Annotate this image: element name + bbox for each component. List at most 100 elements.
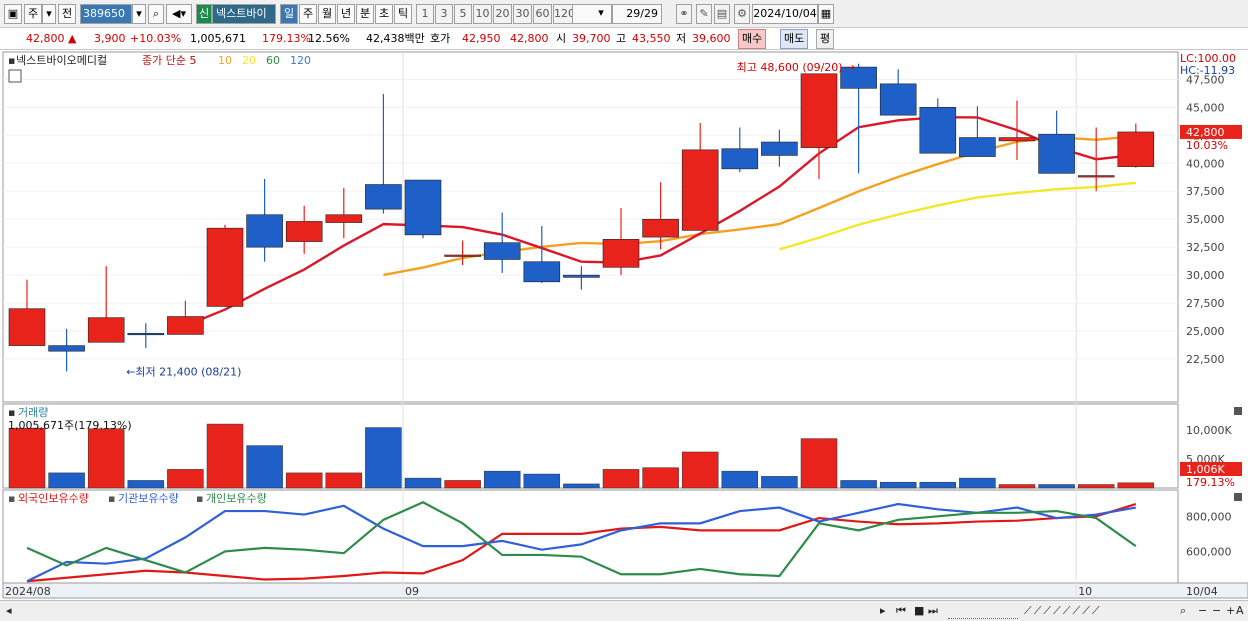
code-dropdown-icon[interactable]: ▾ bbox=[132, 4, 146, 24]
bottom-scroll-bar: ◂ ▸ ⏮ ■ ⏭ ⟋⟋⟋⟋⟋⟋⟋⟋ ⌕ − − + A bbox=[0, 600, 1248, 621]
price-tick-1: 45,000 bbox=[1186, 101, 1225, 114]
turnover-rate: 12.56% bbox=[308, 32, 350, 45]
price-tick-7: 30,000 bbox=[1186, 269, 1225, 282]
link-icon[interactable]: ⚭ bbox=[676, 4, 692, 24]
ma-legend-0: 종가 단순 5 bbox=[142, 54, 196, 67]
price-legend-name: 넥스트바이오메디컬 bbox=[16, 54, 107, 67]
holding-legend-0: 외국인보유수량 bbox=[18, 492, 89, 505]
draw-tool-icon[interactable]: ✎ bbox=[696, 4, 712, 24]
mode-dropdown-icon[interactable]: ▾ bbox=[42, 4, 56, 24]
xaxis-label-0: 2024/08 bbox=[5, 585, 51, 598]
volume-bar-6 bbox=[246, 445, 283, 489]
interval-button-1[interactable]: 3 bbox=[435, 4, 453, 24]
price-tick-3: 40,000 bbox=[1186, 157, 1225, 170]
ask-label: 호가 bbox=[430, 32, 451, 45]
scroll-right-icon[interactable]: ▸ bbox=[880, 604, 886, 619]
ma-legend-2: 20 bbox=[242, 54, 256, 67]
mode-select-2[interactable]: 전 bbox=[58, 4, 76, 24]
high-price: 43,550 bbox=[632, 32, 671, 45]
ask-price-1: 42,950 bbox=[462, 32, 501, 45]
interval-button-4[interactable]: 20 bbox=[493, 4, 512, 24]
price-tick-8: 27,500 bbox=[1186, 297, 1225, 310]
zoom-slider[interactable] bbox=[948, 604, 1018, 619]
search-icon[interactable]: ⌕ bbox=[148, 4, 164, 24]
volume-bar-21 bbox=[840, 480, 877, 489]
open-label: 시 bbox=[556, 32, 567, 45]
volume-bar-20 bbox=[800, 438, 838, 489]
stock-name-field[interactable]: 넥스트바이 bbox=[212, 4, 276, 24]
interval-button-5[interactable]: 30 bbox=[513, 4, 532, 24]
interval-dropdown-icon[interactable]: ▾ bbox=[594, 4, 608, 24]
volume-bar-3 bbox=[127, 480, 165, 489]
drawing-tools-icon[interactable]: ⟋⟋⟋⟋⟋⟋⟋⟋ bbox=[1024, 604, 1102, 619]
candle-body-26 bbox=[1038, 133, 1075, 174]
candle-body-4 bbox=[167, 316, 204, 335]
candle-body-9 bbox=[365, 184, 402, 210]
xaxis-label-3: 10/04 bbox=[1186, 585, 1218, 598]
stop-icon[interactable]: ■ bbox=[914, 604, 924, 619]
period-tab-1[interactable]: 주 bbox=[299, 4, 317, 24]
table-icon bbox=[8, 69, 22, 83]
gear-icon[interactable]: ⚙ bbox=[734, 4, 750, 24]
window-icon[interactable]: ▣ bbox=[4, 4, 22, 24]
candle-body-23 bbox=[919, 107, 957, 154]
rewind-icon[interactable]: ⏮ bbox=[896, 604, 906, 619]
volume-bar-18 bbox=[721, 470, 759, 489]
candle-body-11 bbox=[444, 254, 481, 257]
zoom-out-icon[interactable]: − bbox=[1198, 604, 1207, 619]
speaker-icon[interactable]: ◀▾ bbox=[166, 4, 192, 24]
interval-button-6[interactable]: 60 bbox=[533, 4, 552, 24]
candle-body-2 bbox=[87, 317, 125, 343]
zoom-icon[interactable]: ⌕ bbox=[1180, 604, 1186, 619]
scroll-left-icon[interactable]: ◂ bbox=[6, 604, 12, 619]
date-field[interactable]: 2024/10/04 bbox=[752, 4, 818, 24]
volume-bar-0 bbox=[8, 427, 46, 489]
volume-bar-5 bbox=[206, 423, 244, 489]
sell-button[interactable]: 매도 bbox=[780, 29, 809, 49]
period-tab-6[interactable]: 틱 bbox=[394, 4, 412, 24]
stock-code-input[interactable]: 389650 bbox=[80, 4, 132, 24]
high-annotation: 최고 48,600 (09/20) → bbox=[737, 61, 856, 74]
text-size-icon[interactable]: A bbox=[1236, 604, 1244, 619]
interval-button-2[interactable]: 5 bbox=[454, 4, 472, 24]
save-icon[interactable]: ▤ bbox=[714, 4, 730, 24]
mode-select-1[interactable]: 주 bbox=[24, 4, 42, 24]
candle-body-24 bbox=[959, 137, 996, 157]
interval-button-3[interactable]: 10 bbox=[473, 4, 492, 24]
volume-legend-bullet: ▪ bbox=[8, 406, 15, 419]
period-tab-0[interactable]: 일 bbox=[280, 4, 298, 24]
buy-button[interactable]: 매수 bbox=[738, 29, 767, 49]
data-count[interactable]: 29/29 bbox=[612, 4, 662, 24]
volume-bar-23 bbox=[919, 481, 957, 489]
fast-forward-icon[interactable]: ⏭ bbox=[928, 604, 938, 619]
candle-body-6 bbox=[246, 214, 283, 248]
holding-legend-bullet-1: ▪ bbox=[108, 492, 115, 505]
minus-icon[interactable]: − bbox=[1212, 604, 1221, 619]
candle-body-28 bbox=[1117, 131, 1155, 167]
calendar-icon[interactable]: ▦ bbox=[818, 4, 834, 24]
pane-2 bbox=[2, 489, 1179, 584]
stock-chart[interactable]: 최고 48,600 (09/20) →←최저 21,400 (08/21) 47… bbox=[0, 50, 1248, 600]
price-tick-6: 32,500 bbox=[1186, 241, 1225, 254]
price-tick-4: 37,500 bbox=[1186, 185, 1225, 198]
candle-body-12 bbox=[483, 242, 521, 260]
average-button[interactable]: 평 bbox=[816, 29, 835, 49]
volume-current-label: 1,005,671주(179.13%) bbox=[8, 419, 132, 432]
volume-bar-27 bbox=[1077, 484, 1115, 489]
holding-legend-2: 개인보유수량 bbox=[206, 492, 267, 505]
ask-price-2: 42,800 bbox=[510, 32, 549, 45]
volume-bar-10 bbox=[404, 477, 442, 489]
price-change: 3,900 bbox=[94, 32, 126, 45]
volume-bar-2 bbox=[87, 428, 125, 489]
plus-icon[interactable]: + bbox=[1226, 604, 1235, 619]
interval-button-0[interactable]: 1 bbox=[416, 4, 434, 24]
candle-body-3 bbox=[127, 333, 165, 336]
candle-body-22 bbox=[879, 83, 917, 116]
low-price: 39,600 bbox=[692, 32, 731, 45]
period-tab-4[interactable]: 분 bbox=[356, 4, 374, 24]
period-tab-5[interactable]: 초 bbox=[375, 4, 393, 24]
candle-body-25 bbox=[998, 137, 1036, 142]
price-change-pct: +10.03% bbox=[130, 32, 182, 45]
period-tab-2[interactable]: 월 bbox=[318, 4, 336, 24]
period-tab-3[interactable]: 년 bbox=[337, 4, 355, 24]
